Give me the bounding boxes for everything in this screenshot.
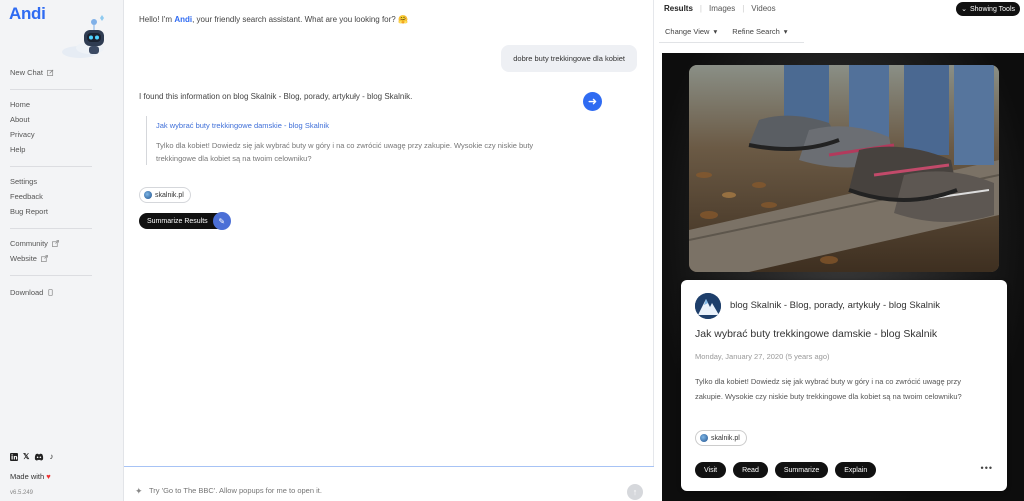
- greeting-pre: Hello! I'm: [139, 15, 175, 24]
- result-title[interactable]: Jak wybrać buty trekkingowe damskie - bl…: [695, 328, 937, 340]
- change-view-label: Change View: [665, 27, 710, 36]
- showing-tools-label: Showing Tools: [969, 5, 1015, 13]
- made-with: Made with ♥: [10, 472, 51, 481]
- pencil-icon: ✎: [212, 212, 231, 230]
- chevron-down-icon: ⌄: [961, 6, 967, 13]
- caret-down-icon: ▾: [783, 27, 788, 36]
- divider: [10, 166, 92, 167]
- nav-website-label: Website: [10, 254, 37, 263]
- nav-feedback-label: Feedback: [10, 192, 43, 201]
- bot-intro: I found this information on blog Skalnik…: [139, 92, 413, 101]
- summarize-results-button[interactable]: Summarize Results ✎: [139, 212, 231, 230]
- sparkle-icon: ✦: [135, 486, 143, 496]
- quote-block: Jak wybrać buty trekkingowe damskie - bl…: [146, 116, 566, 165]
- change-view-dropdown[interactable]: Change View ▾: [665, 27, 717, 36]
- divider: [10, 89, 92, 90]
- go-arrow-button[interactable]: ➜: [583, 92, 602, 111]
- result-chip-label: skalnik.pl: [711, 434, 740, 442]
- greeting-message: Hello! I'm Andi, your friendly search as…: [139, 15, 408, 24]
- summarize-button[interactable]: Summarize: [774, 462, 829, 478]
- result-description: Tylko dla kobiet! Dowiedz się jak wybrać…: [695, 377, 962, 401]
- external-link-icon: [41, 255, 48, 262]
- more-options-icon[interactable]: •••: [981, 463, 993, 473]
- x-icon[interactable]: 𝕏: [23, 452, 29, 461]
- made-with-label: Made with: [10, 472, 45, 481]
- quote-link[interactable]: Jak wybrać buty trekkingowe damskie - bl…: [156, 121, 566, 130]
- skalnik-favicon-icon: [144, 191, 152, 199]
- tab-results[interactable]: Results: [664, 4, 693, 13]
- arrow-right-icon: ➜: [587, 96, 598, 108]
- tiktok-icon[interactable]: ♪: [49, 452, 53, 461]
- nav-help[interactable]: Help: [10, 145, 25, 154]
- read-button[interactable]: Read: [733, 462, 768, 478]
- nav-feedback[interactable]: Feedback: [10, 192, 43, 201]
- nav-community[interactable]: Community: [10, 239, 59, 248]
- visit-button[interactable]: Visit: [695, 462, 727, 478]
- tab-divider: |: [742, 4, 745, 13]
- tab-videos[interactable]: Videos: [751, 4, 775, 13]
- explain-button[interactable]: Explain: [835, 462, 877, 478]
- source-chip[interactable]: skalnik.pl: [139, 187, 191, 203]
- nav-bug-report-label: Bug Report: [10, 207, 48, 216]
- nav-community-label: Community: [10, 239, 48, 248]
- greeting-name: Andi: [174, 15, 193, 24]
- new-chat-button[interactable]: New Chat: [10, 68, 54, 77]
- send-button[interactable]: ↑: [627, 484, 643, 500]
- caret-down-icon: ▾: [713, 27, 718, 36]
- nav-settings[interactable]: Settings: [10, 177, 37, 186]
- divider: [10, 228, 92, 229]
- result-card: blog Skalnik - Blog, porady, artykuły - …: [681, 280, 1007, 491]
- chat-panel: Hello! I'm Andi, your friendly search as…: [124, 0, 654, 501]
- results-panel: Results | Images | Videos ⌄ Showing Tool…: [655, 0, 1024, 501]
- divider: [659, 42, 804, 43]
- heart-icon: ♥: [46, 472, 51, 481]
- greeting-post: , your friendly search assistant. What a…: [192, 15, 408, 24]
- user-message: dobre buty trekkingowe dla kobiet: [501, 45, 637, 72]
- nav-privacy[interactable]: Privacy: [10, 130, 35, 139]
- nav-home[interactable]: Home: [10, 100, 30, 109]
- sidebar: Andi New Chat Home About Privacy Help Se…: [0, 0, 124, 501]
- nav-download[interactable]: Download: [10, 288, 54, 297]
- nav-bug-report[interactable]: Bug Report: [10, 207, 48, 216]
- external-link-icon: [52, 240, 59, 247]
- discord-icon[interactable]: [34, 453, 44, 461]
- result-actions: Visit Read Summarize Explain: [695, 462, 877, 478]
- refine-search-label: Refine Search: [732, 27, 780, 36]
- result-date: Monday, January 27, 2020 (5 years ago): [695, 352, 830, 361]
- version-label: v6.5.249: [10, 490, 34, 496]
- nav-about-label: About: [10, 115, 30, 124]
- nav-about[interactable]: About: [10, 115, 30, 124]
- showing-tools-button[interactable]: ⌄ Showing Tools: [956, 2, 1020, 16]
- linkedin-icon[interactable]: [10, 452, 18, 461]
- andi-logo[interactable]: Andi: [9, 4, 46, 24]
- filters: Change View ▾ Refine Search ▾: [665, 27, 788, 36]
- phone-icon: [48, 289, 53, 296]
- tab-images[interactable]: Images: [709, 4, 735, 13]
- nav-home-label: Home: [10, 100, 31, 109]
- hiking-boots-photo[interactable]: [689, 65, 999, 272]
- nav-settings-label: Settings: [10, 177, 38, 186]
- nav-download-label: Download: [10, 288, 44, 297]
- chat-input-bar: ✦ ↑: [124, 466, 654, 501]
- skalnik-favicon-icon: [700, 434, 708, 442]
- new-chat-label: New Chat: [10, 68, 43, 77]
- result-source-chip[interactable]: skalnik.pl: [695, 430, 747, 446]
- nav-help-label: Help: [10, 145, 26, 154]
- refine-search-dropdown[interactable]: Refine Search ▾: [732, 27, 787, 36]
- summarize-label: Summarize Results: [147, 217, 208, 225]
- skalnik-logo-icon: [695, 293, 721, 319]
- edit-icon: [47, 69, 54, 76]
- quote-description: Tylko dla kobiet! Dowiedz się jak wybrać…: [156, 141, 534, 163]
- nav-website[interactable]: Website: [10, 254, 48, 263]
- source-name: blog Skalnik - Blog, porady, artykuły - …: [730, 300, 940, 311]
- nav-privacy-label: Privacy: [10, 130, 35, 139]
- robot-mascot-icon: [62, 15, 104, 58]
- social-links: 𝕏 ♪: [10, 452, 53, 461]
- source-chip-label: skalnik.pl: [155, 191, 184, 199]
- chat-input[interactable]: [149, 482, 619, 498]
- result-tabs: Results | Images | Videos: [664, 4, 776, 13]
- arrow-up-icon: ↑: [632, 487, 638, 497]
- divider: [10, 275, 92, 276]
- tab-divider: |: [699, 4, 702, 13]
